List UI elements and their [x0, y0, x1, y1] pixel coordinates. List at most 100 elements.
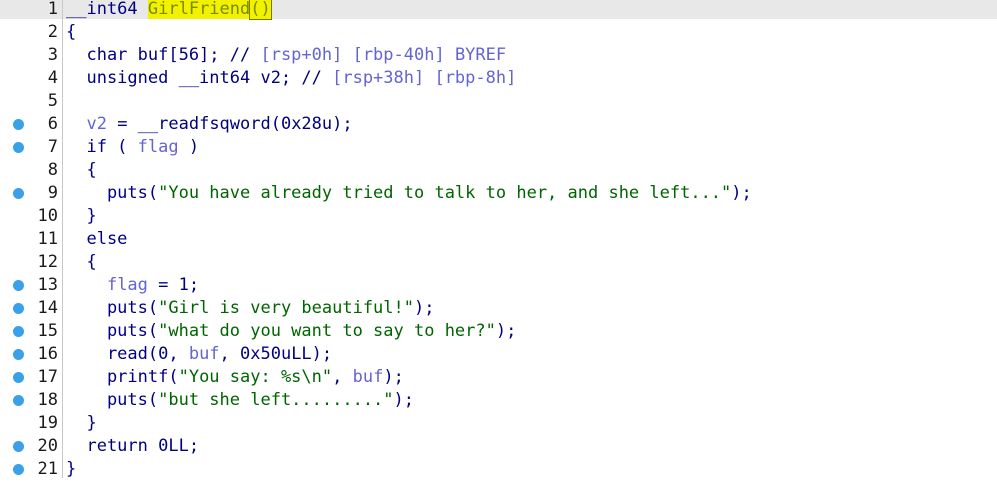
code-token: else — [66, 229, 128, 249]
code-token: ); — [393, 390, 415, 410]
breakpoint-dot-icon[interactable] — [13, 349, 24, 360]
breakpoint-dot-icon[interactable] — [13, 372, 24, 383]
line-number: 1 — [47, 0, 58, 19]
code-line[interactable]: 2{ — [0, 21, 997, 44]
code-text[interactable]: __int64 GirlFriend() — [66, 0, 272, 21]
code-line[interactable]: 5 — [0, 90, 997, 113]
code-text[interactable]: printf("You say: %s\n", buf); — [66, 366, 404, 389]
code-line[interactable]: 7 if ( flag ) — [0, 136, 997, 159]
code-token: [rsp+38h] [rbp-8h] — [332, 68, 517, 88]
breakpoint-dot-icon[interactable] — [13, 395, 24, 406]
code-token: [rsp+0h] [rbp-40h] — [260, 45, 445, 65]
code-token: ); — [383, 367, 404, 387]
code-token: v2 — [86, 114, 107, 134]
code-line[interactable]: 21} — [0, 458, 997, 481]
code-token: "Girl is very beautiful!" — [158, 298, 414, 318]
code-text[interactable]: puts("but she left........."); — [66, 389, 414, 412]
code-line[interactable]: 14 puts("Girl is very beautiful!"); — [0, 297, 997, 320]
function-name-highlight: GirlFriend — [147, 0, 251, 19]
code-text[interactable]: puts("what do you want to say to her?"); — [66, 320, 516, 343]
code-text[interactable]: } — [66, 205, 97, 228]
code-line[interactable]: 12 { — [0, 251, 997, 274]
code-text[interactable]: } — [66, 458, 76, 481]
code-line[interactable]: 3 char buf[56]; // [rsp+0h] [rbp-40h] BY… — [0, 44, 997, 67]
line-number: 8 — [47, 160, 58, 180]
code-token: puts( — [66, 183, 159, 203]
code-line[interactable]: 19 } — [0, 412, 997, 435]
code-token: = __readfsqword(0x28u); — [106, 114, 353, 134]
line-number: 15 — [37, 321, 58, 341]
code-token: puts( — [66, 321, 159, 341]
breakpoint-dot-icon[interactable] — [13, 464, 24, 475]
code-line[interactable]: 1 __int64 GirlFriend() — [0, 0, 997, 21]
line-number: 21 — [37, 459, 58, 479]
code-token: flag — [106, 275, 148, 295]
code-text[interactable]: } — [66, 412, 97, 435]
code-token: return 0LL; — [66, 436, 200, 456]
code-token: { — [66, 252, 97, 272]
code-line[interactable]: 18 puts("but she left........."); — [0, 389, 997, 412]
code-line[interactable]: 9 puts("You have already tried to talk t… — [0, 182, 997, 205]
code-text[interactable]: char buf[56]; // [rsp+0h] [rbp-40h] BYRE… — [66, 44, 506, 67]
code-text[interactable]: flag = 1; — [66, 274, 199, 297]
code-text[interactable]: v2 = __readfsqword(0x28u); — [66, 113, 353, 136]
breakpoint-dot-icon[interactable] — [13, 303, 24, 314]
code-token: , — [332, 367, 353, 387]
code-line[interactable]: 8 { — [0, 159, 997, 182]
line-number: 5 — [47, 91, 58, 111]
code-text[interactable]: if ( flag ) — [66, 136, 199, 159]
code-token: unsigned __int64 v2; // — [66, 68, 333, 88]
pseudocode-editor[interactable]: 1 __int64 GirlFriend() 2{3 char buf[56]; /… — [0, 0, 997, 502]
code-line[interactable]: 10 } — [0, 205, 997, 228]
code-text[interactable]: unsigned __int64 v2; // [rsp+38h] [rbp-8… — [66, 67, 516, 90]
line-number: 4 — [47, 68, 58, 88]
code-text[interactable]: puts("Girl is very beautiful!"); — [66, 297, 435, 320]
code-line[interactable]: 11 else — [0, 228, 997, 251]
breakpoint-dot-icon[interactable] — [13, 188, 24, 199]
line-number: 14 — [37, 298, 58, 318]
code-token: } — [66, 206, 97, 226]
code-token: } — [66, 413, 97, 433]
line-number: 20 — [37, 436, 58, 456]
breakpoint-dot-icon[interactable] — [13, 142, 24, 153]
code-line[interactable]: 4 unsigned __int64 v2; // [rsp+38h] [rbp… — [0, 67, 997, 90]
code-token: = 1; — [147, 275, 200, 295]
code-token: "but she left........." — [158, 390, 394, 410]
code-text[interactable]: { — [66, 251, 97, 274]
code-token: { — [66, 160, 97, 180]
line-number: 9 — [47, 183, 58, 203]
code-text[interactable]: read(0, buf, 0x50uLL); — [66, 343, 332, 366]
line-number: 12 — [37, 252, 58, 272]
code-line[interactable]: 6 v2 = __readfsqword(0x28u); — [0, 113, 997, 136]
line-number: 13 — [37, 275, 58, 295]
code-text[interactable]: puts("You have already tried to talk to … — [66, 182, 752, 205]
code-line[interactable]: 17 printf("You say: %s\n", buf); — [0, 366, 997, 389]
breakpoint-dot-icon[interactable] — [13, 119, 24, 130]
breakpoint-dot-icon[interactable] — [13, 280, 24, 291]
line-number: 17 — [37, 367, 58, 387]
code-line[interactable]: 16 read(0, buf, 0x50uLL); — [0, 343, 997, 366]
code-token: puts( — [66, 390, 159, 410]
code-token: , 0x50uLL); — [219, 344, 333, 364]
code-line[interactable]: 15 puts("what do you want to say to her?… — [0, 320, 997, 343]
code-token: flag — [137, 137, 179, 157]
breakpoint-dot-icon[interactable] — [13, 326, 24, 337]
code-line[interactable]: 13 flag = 1; — [0, 274, 997, 297]
line-number: 7 — [47, 137, 58, 157]
code-token: printf( — [66, 367, 179, 387]
line-number: 19 — [37, 413, 58, 433]
breakpoint-dot-icon[interactable] — [13, 441, 24, 452]
code-text[interactable]: else — [66, 228, 127, 251]
line-number: 18 — [37, 390, 58, 410]
code-token: puts( — [66, 298, 159, 318]
code-text[interactable]: return 0LL; — [66, 435, 199, 458]
code-text[interactable]: { — [66, 159, 97, 182]
code-token: if ( — [66, 137, 138, 157]
code-text[interactable]: { — [66, 21, 76, 44]
line-number: 6 — [47, 114, 58, 134]
line-number: 2 — [47, 22, 58, 42]
code-line[interactable]: 20 return 0LL; — [0, 435, 997, 458]
code-token: buf — [188, 344, 220, 364]
code-token: "what do you want to say to her?" — [158, 321, 496, 341]
